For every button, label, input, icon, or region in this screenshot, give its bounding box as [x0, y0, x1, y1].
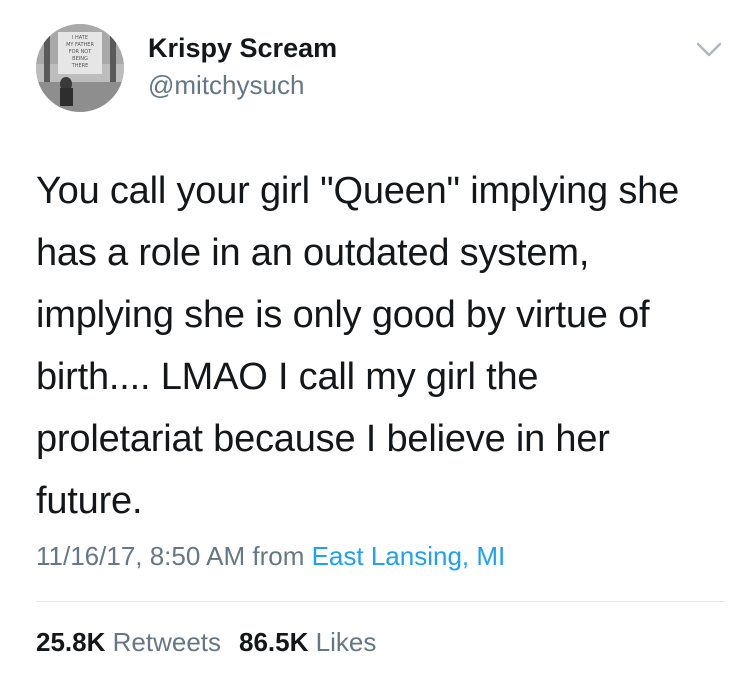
avatar-sign-line: BEING [72, 56, 88, 62]
retweets-count: 25.8K [36, 627, 106, 657]
tweet-card: I HATE MY FATHER FOR NOT BEING THERE Kri… [0, 0, 750, 688]
likes-stat[interactable]: 86.5K Likes [239, 627, 376, 657]
timestamp[interactable]: 11/16/17, 8:50 AM [36, 541, 245, 571]
chevron-down-icon[interactable] [695, 40, 723, 60]
tweet-stats: 25.8K Retweets 86.5K Likes [36, 627, 376, 658]
avatar-sign-line: THERE [71, 63, 89, 69]
likes-label: Likes [315, 627, 377, 657]
avatar-sign-line: I HATE [72, 35, 88, 41]
location-link[interactable]: East Lansing, MI [312, 541, 506, 571]
tweet-text-line: You call your girl "Queen" implying she [36, 170, 680, 212]
likes-count: 86.5K [239, 627, 309, 657]
avatar-sign-line: FOR NOT [69, 49, 93, 55]
avatar[interactable]: I HATE MY FATHER FOR NOT BEING THERE [36, 24, 124, 112]
tweet-text-line: implying she is only good by virtue of [36, 294, 650, 336]
tweet-meta: 11/16/17, 8:50 AM from East Lansing, MI [36, 541, 505, 572]
retweets-label: Retweets [112, 627, 222, 657]
tweet-text-line: birth.... LMAO I call my girl the [36, 356, 539, 398]
from-label: from [252, 541, 305, 571]
retweets-stat[interactable]: 25.8K Retweets [36, 627, 221, 657]
avatar-sign-line: MY FATHER [66, 42, 94, 48]
username-handle[interactable]: @mitchysuch [148, 70, 304, 101]
tweet-text-line: future. [36, 480, 143, 522]
display-name[interactable]: Krispy Scream [148, 33, 337, 64]
tweet-text-line: has a role in an outdated system, [36, 232, 590, 274]
tweet-text: You call your girl "Queen" implying she … [36, 160, 726, 532]
divider [36, 601, 725, 602]
avatar-image: I HATE MY FATHER FOR NOT BEING THERE [36, 24, 124, 112]
tweet-text-line: proletariat because I believe in her [36, 418, 610, 460]
